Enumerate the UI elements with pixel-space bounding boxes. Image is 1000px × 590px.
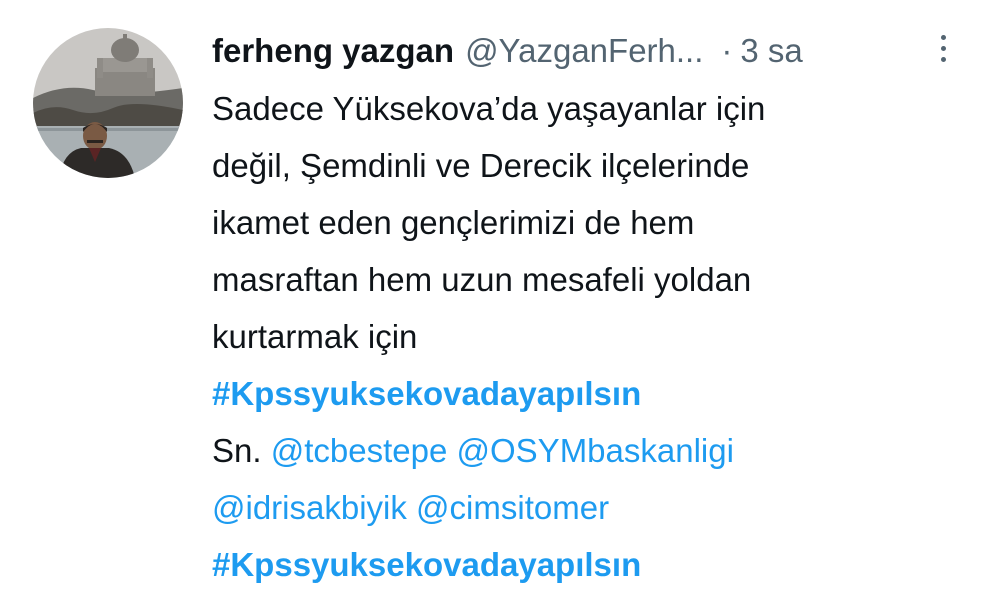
mention-link[interactable]: @tcbestepe (271, 432, 448, 469)
tweet-text-line: ikamet eden gençlerimizi de hem (212, 204, 695, 241)
more-options-button[interactable] (932, 28, 954, 68)
hashtag-link[interactable]: #Kpssyuksekovadayapılsın (212, 546, 641, 583)
mention-link[interactable]: @idrisakbiyik (212, 489, 407, 526)
tweet-card[interactable]: ferheng yazgan @YazganFerh... · 3 sa Sad… (0, 0, 1000, 590)
author-avatar[interactable] (33, 28, 183, 178)
hashtag-link[interactable]: #Kpssyuksekovadayapılsın (212, 375, 641, 412)
salutation-text: Sn. (212, 432, 262, 469)
author-handle[interactable]: @YazganFerh... (465, 28, 703, 74)
tweet-text: Sadece Yüksekova’da yaşayanlar için deği… (212, 80, 972, 590)
mention-link[interactable]: @OSYMbaskanligi (457, 432, 734, 469)
tweet-text-line: değil, Şemdinli ve Derecik ilçelerinde (212, 147, 750, 184)
tweet-text-line: Sadece Yüksekova’da yaşayanlar için (212, 90, 766, 127)
more-options-icon (940, 34, 946, 40)
more-options-icon-dot (940, 56, 946, 62)
tweet-text-line: kurtarmak için (212, 318, 418, 355)
avatar-photo-icon (33, 28, 183, 178)
tweet-text-line: masraftan hem uzun mesafeli yoldan (212, 261, 752, 298)
tweet-header: ferheng yazgan @YazganFerh... · 3 sa (212, 28, 803, 74)
mention-link[interactable]: @cimsitomer (416, 489, 609, 526)
tweet-timestamp[interactable]: 3 sa (740, 28, 802, 74)
author-display-name[interactable]: ferheng yazgan (212, 28, 454, 74)
header-separator: · (721, 32, 733, 69)
more-options-icon-dot (940, 45, 946, 51)
